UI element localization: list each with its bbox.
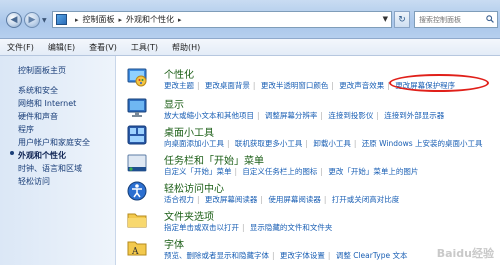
forward-arrow-icon[interactable]: ▶ <box>24 12 40 28</box>
sidebar-item-system-security[interactable]: 系统和安全 <box>18 84 90 97</box>
control-panel-icon <box>56 14 67 25</box>
link-resize-text[interactable]: 放大或缩小文本和其他项目 <box>164 111 254 120</box>
breadcrumb-control-panel[interactable]: 控制面板 <box>83 14 115 25</box>
link-change-start-menu-picture[interactable]: 更改「开始」菜单上的图片 <box>328 167 418 176</box>
link-change-screen-reader[interactable]: 更改屏幕阅读器 <box>205 195 258 204</box>
sidebar-list: 系统和安全 网络和 Internet 硬件和声音 程序 用户帐户和家庭安全 外观… <box>18 84 90 188</box>
section-title[interactable]: 任务栏和「开始」菜单 <box>164 152 264 167</box>
sidebar-item-user-accounts[interactable]: 用户帐户和家庭安全 <box>18 136 90 149</box>
gadgets-icon <box>127 125 147 145</box>
baidu-watermark-logo: Baidu经验 <box>436 247 494 260</box>
main-content: 个性化 更改主题 | 更改桌面背景 | 更改半透明窗口颜色 | 更改声音效果 | 更改屏… <box>116 56 500 265</box>
section-title[interactable]: 字体 <box>164 236 184 251</box>
address-toolbar: ◀ ▶ ▼ ▸ 控制面板 ▸ 外观和个性化 ▸ ▼ ↻ <box>0 0 500 39</box>
section-links: 向桌面添加小工具 | 联机获取更多小工具 | 卸载小工具 | 还原 Windows 上… <box>164 139 483 148</box>
menu-file[interactable]: 文件(F) <box>0 42 41 53</box>
menu-tools[interactable]: 工具(T) <box>124 42 165 53</box>
chevron-right-icon: ▸ <box>75 15 79 24</box>
link-uninstall-gadget[interactable]: 卸载小工具 <box>313 139 351 148</box>
search-icon[interactable] <box>486 15 494 23</box>
link-change-theme[interactable]: 更改主题 <box>164 81 194 90</box>
sidebar-item-clock-region[interactable]: 时钟、语言和区域 <box>18 162 90 175</box>
link-preview-delete-fonts[interactable]: 预览、删除或者显示和隐藏字体 <box>164 251 269 260</box>
personalization-icon <box>127 68 147 87</box>
fonts-icon: A <box>127 241 147 257</box>
link-add-gadgets[interactable]: 向桌面添加小工具 <box>164 139 224 148</box>
section-links: 自定义「开始」菜单 | 自定义任务栏上的图标 | 更改「开始」菜单上的图片 <box>164 167 419 176</box>
folder-options-icon <box>127 213 147 228</box>
section-title[interactable]: 桌面小工具 <box>164 124 214 139</box>
link-optimize-visual[interactable]: 适合视力 <box>164 195 194 204</box>
section-links: 指定单击或双击以打开 | 显示隐藏的文件和文件夹 <box>164 223 333 232</box>
recent-pages-dropdown-icon[interactable]: ▼ <box>42 17 47 24</box>
search-box[interactable] <box>414 11 498 28</box>
back-arrow-icon[interactable]: ◀ <box>6 12 22 28</box>
link-get-more-gadgets[interactable]: 联机获取更多小工具 <box>235 139 303 148</box>
svg-text:A: A <box>131 247 139 257</box>
menu-edit[interactable]: 编辑(E) <box>41 42 82 53</box>
breadcrumb-appearance[interactable]: 外观和个性化 <box>126 14 174 25</box>
link-connect-projector[interactable]: 连接到投影仪 <box>328 111 373 120</box>
display-icon <box>127 98 147 117</box>
link-connect-external-display[interactable]: 连接到外部显示器 <box>384 111 444 120</box>
screen-saver-highlight-circle <box>389 74 489 92</box>
link-customize-start-menu[interactable]: 自定义「开始」菜单 <box>164 167 232 176</box>
link-change-font-settings[interactable]: 更改字体设置 <box>280 251 325 260</box>
section-title[interactable]: 轻松访问中心 <box>164 180 224 195</box>
link-adjust-cleartype[interactable]: 调整 ClearType 文本 <box>336 251 408 260</box>
link-adjust-resolution[interactable]: 调整屏幕分辨率 <box>265 111 318 120</box>
taskbar-icon <box>127 154 147 172</box>
search-input[interactable] <box>417 15 489 24</box>
section-title[interactable]: 个性化 <box>164 66 194 81</box>
section-links: 预览、删除或者显示和隐藏字体 | 更改字体设置 | 调整 ClearType 文本 <box>164 251 408 260</box>
sidebar-item-ease-of-access[interactable]: 轻松访问 <box>18 175 90 188</box>
address-dropdown-icon[interactable]: ▼ <box>383 15 388 23</box>
sidebar-item-hardware-sound[interactable]: 硬件和声音 <box>18 110 90 123</box>
sidebar-item-programs[interactable]: 程序 <box>18 123 90 136</box>
sidebar-item-network[interactable]: 网络和 Internet <box>18 97 90 110</box>
link-customize-taskbar-icons[interactable]: 自定义任务栏上的图标 <box>242 167 317 176</box>
section-links: 适合视力 | 更改屏幕阅读器 | 使用屏幕阅读器 | 打开或关闭高对比度 <box>164 195 400 204</box>
section-title[interactable]: 文件夹选项 <box>164 208 214 223</box>
chevron-right-icon: ▸ <box>178 15 182 24</box>
link-change-sound-effects[interactable]: 更改声音效果 <box>339 81 384 90</box>
chevron-right-icon: ▸ <box>118 15 123 24</box>
sidebar: 控制面板主页 系统和安全 网络和 Internet 硬件和声音 程序 用户帐户和… <box>0 56 116 265</box>
sidebar-home-link[interactable]: 控制面板主页 <box>18 65 66 76</box>
sidebar-item-appearance[interactable]: 外观和个性化 <box>18 149 90 162</box>
link-single-or-double-click[interactable]: 指定单击或双击以打开 <box>164 223 239 232</box>
section-links: 放大或缩小文本和其他项目 | 调整屏幕分辨率 | 连接到投影仪 | 连接到外部显示器 <box>164 111 445 120</box>
ease-of-access-icon <box>127 181 147 201</box>
current-item-bullet-icon <box>10 151 14 155</box>
link-show-hidden-files[interactable]: 显示隐藏的文件和文件夹 <box>250 223 333 232</box>
address-bar[interactable]: ▸ 控制面板 ▸ 外观和个性化 ▸ ▼ <box>52 11 392 28</box>
menu-help[interactable]: 帮助(H) <box>165 42 207 53</box>
section-title[interactable]: 显示 <box>164 96 184 111</box>
menu-bar: 文件(F) 编辑(E) 查看(V) 工具(T) 帮助(H) <box>0 39 500 56</box>
link-change-window-color[interactable]: 更改半透明窗口颜色 <box>261 81 329 90</box>
link-restore-gadgets[interactable]: 还原 Windows 上安装的桌面小工具 <box>362 139 483 148</box>
link-use-screen-reader[interactable]: 使用屏幕阅读器 <box>268 195 321 204</box>
link-change-desktop-background[interactable]: 更改桌面背景 <box>205 81 250 90</box>
refresh-icon[interactable]: ↻ <box>394 11 410 28</box>
menu-view[interactable]: 查看(V) <box>82 42 124 53</box>
link-toggle-high-contrast[interactable]: 打开或关闭高对比度 <box>332 195 400 204</box>
